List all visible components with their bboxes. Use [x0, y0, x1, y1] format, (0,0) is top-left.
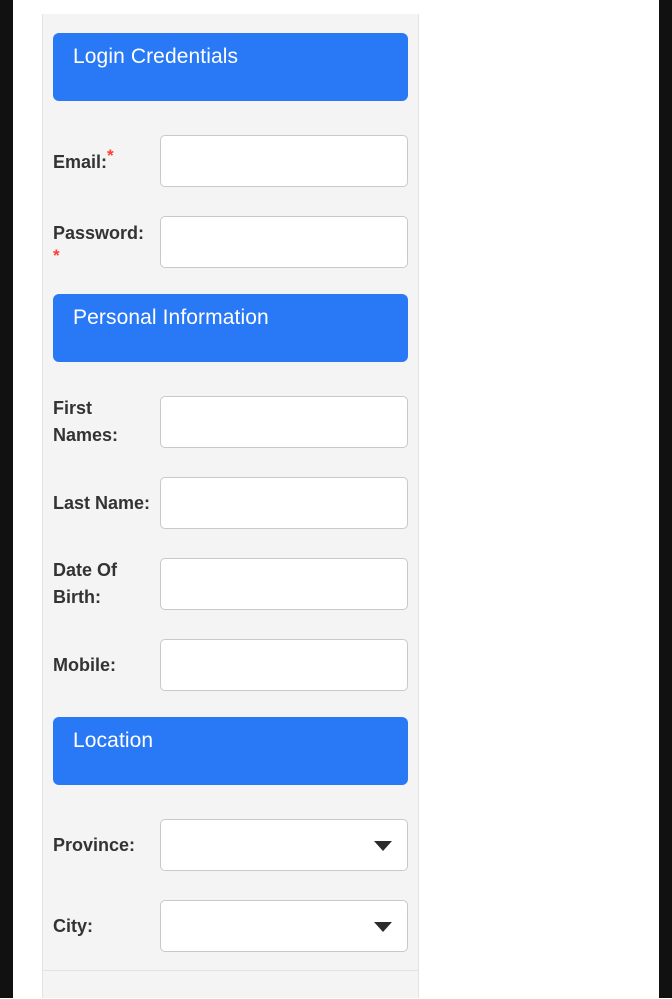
field-control-city	[160, 900, 408, 952]
layout-spacer	[43, 698, 418, 717]
field-row-province: Province:	[43, 812, 418, 878]
field-label-text: Province:	[53, 834, 136, 855]
last-name-input[interactable]	[160, 477, 408, 529]
page-canvas: Login Credentials Email:* Password: * Person…	[13, 0, 659, 998]
field-control-last-name	[160, 477, 408, 529]
email-input[interactable]	[160, 135, 408, 187]
field-label-date-of-birth: Date Of Birth:	[53, 557, 160, 611]
field-label-first-names: First Names:	[53, 395, 160, 449]
field-control-mobile	[160, 639, 408, 691]
required-asterisk-icon: *	[53, 246, 60, 265]
date-of-birth-input[interactable]	[160, 558, 408, 610]
section-header-title: Personal Information	[73, 306, 269, 329]
field-row-last-name: Last Name:	[43, 470, 418, 536]
registration-form-panel: Login Credentials Email:* Password: * Person…	[42, 14, 419, 998]
section-header-login-credentials: Login Credentials	[53, 33, 408, 101]
field-row-mobile: Mobile:	[43, 632, 418, 698]
password-input[interactable]	[160, 216, 408, 268]
field-control-email	[160, 135, 408, 187]
layout-spacer	[43, 878, 418, 893]
field-control-date-of-birth	[160, 558, 408, 610]
field-label-mobile: Mobile:	[53, 652, 160, 679]
field-row-city: City:	[43, 893, 418, 959]
field-control-first-names	[160, 396, 408, 448]
field-label-text: Date Of Birth:	[53, 560, 118, 607]
viewport-edge-bar-right	[659, 0, 672, 998]
field-label-email: Email:*	[53, 147, 160, 176]
province-select[interactable]	[160, 819, 408, 871]
layout-spacer	[43, 275, 418, 294]
field-label-text: Last Name:	[53, 492, 151, 513]
field-label-text: Password:	[53, 223, 145, 243]
field-label-text: First Names:	[53, 398, 119, 445]
field-label-text: City:	[53, 915, 93, 936]
field-label-last-name: Last Name:	[53, 490, 160, 517]
layout-spacer	[43, 194, 418, 209]
field-row-password: Password: *	[43, 209, 418, 275]
field-row-first-names: First Names:	[43, 389, 418, 455]
field-control-password	[160, 216, 408, 268]
field-control-province	[160, 819, 408, 871]
field-row-date-of-birth: Date Of Birth:	[43, 551, 418, 617]
layout-spacer	[43, 362, 418, 389]
mobile-input[interactable]	[160, 639, 408, 691]
layout-spacer	[43, 959, 418, 999]
layout-spacer	[43, 455, 418, 470]
select-wrapper-province	[160, 819, 408, 871]
layout-spacer	[43, 536, 418, 551]
viewport-edge-bar-left	[0, 0, 13, 998]
select-wrapper-city	[160, 900, 408, 952]
section-header-location: Location	[53, 717, 408, 785]
field-label-province: Province:	[53, 832, 160, 859]
layout-spacer	[43, 14, 418, 33]
panel-section-divider	[43, 970, 418, 971]
layout-spacer	[43, 617, 418, 632]
section-header-title: Location	[73, 729, 154, 752]
field-label-text: Mobile:	[53, 654, 116, 675]
field-label-password: Password: *	[53, 220, 160, 264]
field-label-city: City:	[53, 913, 160, 940]
field-row-email: Email:*	[43, 128, 418, 194]
layout-spacer	[43, 101, 418, 128]
first-names-input[interactable]	[160, 396, 408, 448]
section-header-personal-information: Personal Information	[53, 294, 408, 362]
city-select[interactable]	[160, 900, 408, 952]
section-header-title: Login Credentials	[73, 45, 239, 68]
required-asterisk-icon: *	[107, 145, 114, 165]
field-label-text: Email:	[53, 151, 108, 172]
layout-spacer	[43, 785, 418, 812]
